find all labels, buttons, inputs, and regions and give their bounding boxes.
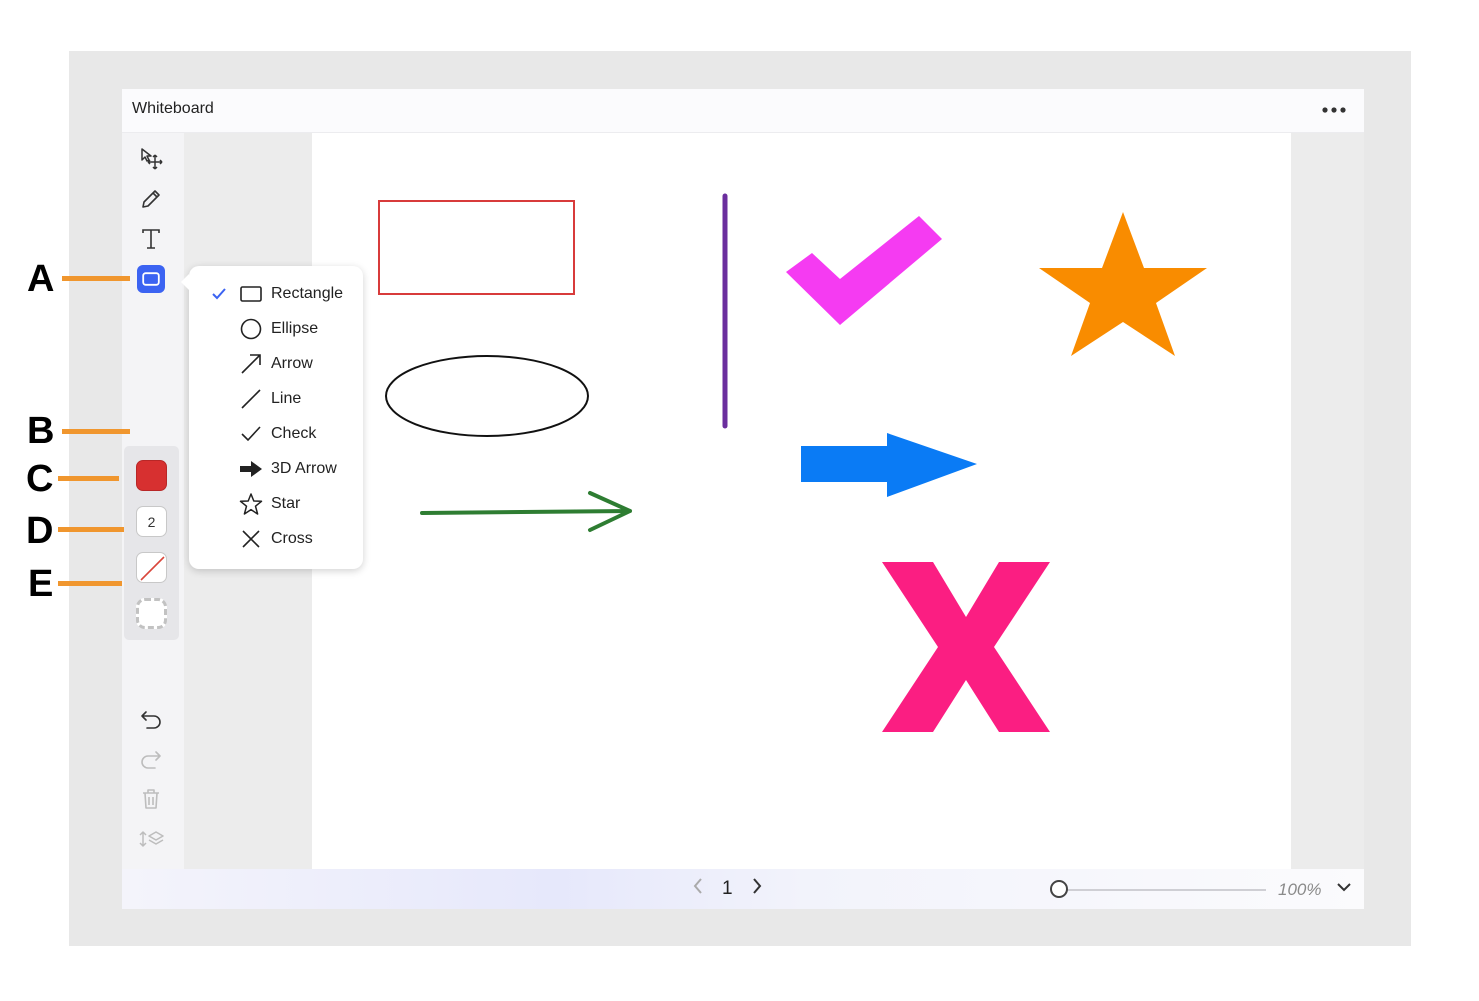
arrow-icon [239,352,263,376]
previous-page-icon[interactable] [692,877,704,901]
drawn-3d-arrow [801,433,977,497]
ellipse-icon [239,317,263,341]
star-icon [239,492,263,516]
shape-tool-active-bg [137,265,165,293]
chevron-down-icon[interactable] [1336,879,1352,900]
line-icon [239,387,263,411]
menu-item-arrow[interactable]: Arrow [189,347,363,381]
callout-c-label: C [26,458,54,500]
text-icon[interactable] [133,222,169,256]
menu-item-label: Cross [271,530,313,547]
menu-item-star[interactable]: Star [189,487,363,521]
callout-a-line [62,276,130,281]
next-page-icon[interactable] [751,877,763,901]
page-number: 1 [722,878,733,899]
callout-a-label: A [27,258,55,300]
menu-item-cross[interactable]: Cross [189,522,363,556]
background-color-swatch[interactable] [136,598,167,629]
trash-icon[interactable] [133,782,169,816]
whiteboard-canvas[interactable] [312,133,1291,869]
stroke-width-field[interactable]: 2 [136,506,167,537]
redo-icon[interactable] [133,742,169,776]
select-move-icon[interactable] [133,142,169,176]
menu-item-label: Ellipse [271,320,319,337]
callout-e-label: E [28,563,54,605]
menu-item-label: Line [271,390,302,407]
menu-item-3d-arrow[interactable]: 3D Arrow [189,452,363,486]
stroke-color-none-swatch[interactable] [136,552,167,583]
callout-e-line [58,581,122,586]
page-navigator: 1 [692,877,763,901]
left-toolbar: 2 [122,133,184,869]
zoom-track [1060,889,1266,891]
drawn-cross [882,562,1050,732]
drawn-arrow [420,491,632,532]
more-options-icon[interactable] [1318,97,1350,123]
menu-item-check[interactable]: Check [189,417,363,451]
callout-b-label: B [27,410,55,452]
selected-check-icon [211,288,227,300]
callout-c-line [58,476,119,481]
arrange-layers-icon[interactable] [133,822,169,856]
drawn-star [1039,212,1207,356]
menu-item-label: Star [271,495,301,512]
menu-item-rectangle[interactable]: Rectangle [189,277,363,311]
zoom-knob[interactable] [1050,880,1068,898]
menu-item-ellipse[interactable]: Ellipse [189,312,363,346]
fill-color-swatch[interactable] [136,460,167,491]
title-bar: Whiteboard [122,89,1364,133]
menu-item-label: 3D Arrow [271,460,337,477]
drawn-ellipse [385,355,589,437]
drawn-rectangle [378,200,575,295]
check-icon [239,422,263,446]
menu-item-label: Arrow [271,355,313,372]
bottom-bar: 1 100% [122,869,1364,909]
callout-d-label: D [26,510,54,552]
menu-item-label: Rectangle [271,285,344,302]
shape-rectangle-icon[interactable] [133,262,169,296]
zoom-slider[interactable] [1050,880,1268,900]
callout-d-line [58,527,124,532]
pencil-icon[interactable] [133,182,169,216]
undo-icon[interactable] [133,702,169,736]
drawn-check [786,216,942,325]
window-title: Whiteboard [132,100,214,117]
menu-item-label: Check [271,425,317,442]
zoom-level-label: 100% [1278,880,1322,899]
rectangle-icon [239,282,263,306]
shape-menu-popover: Rectangle Ellipse Arrow Line Check 3D Ar… [181,266,363,569]
cross-icon [239,527,263,551]
3d-arrow-icon [239,457,263,481]
popover-pointer [181,274,189,290]
menu-item-line[interactable]: Line [189,382,363,416]
style-controls-group: 2 [124,446,179,640]
callout-b-line [62,429,130,434]
